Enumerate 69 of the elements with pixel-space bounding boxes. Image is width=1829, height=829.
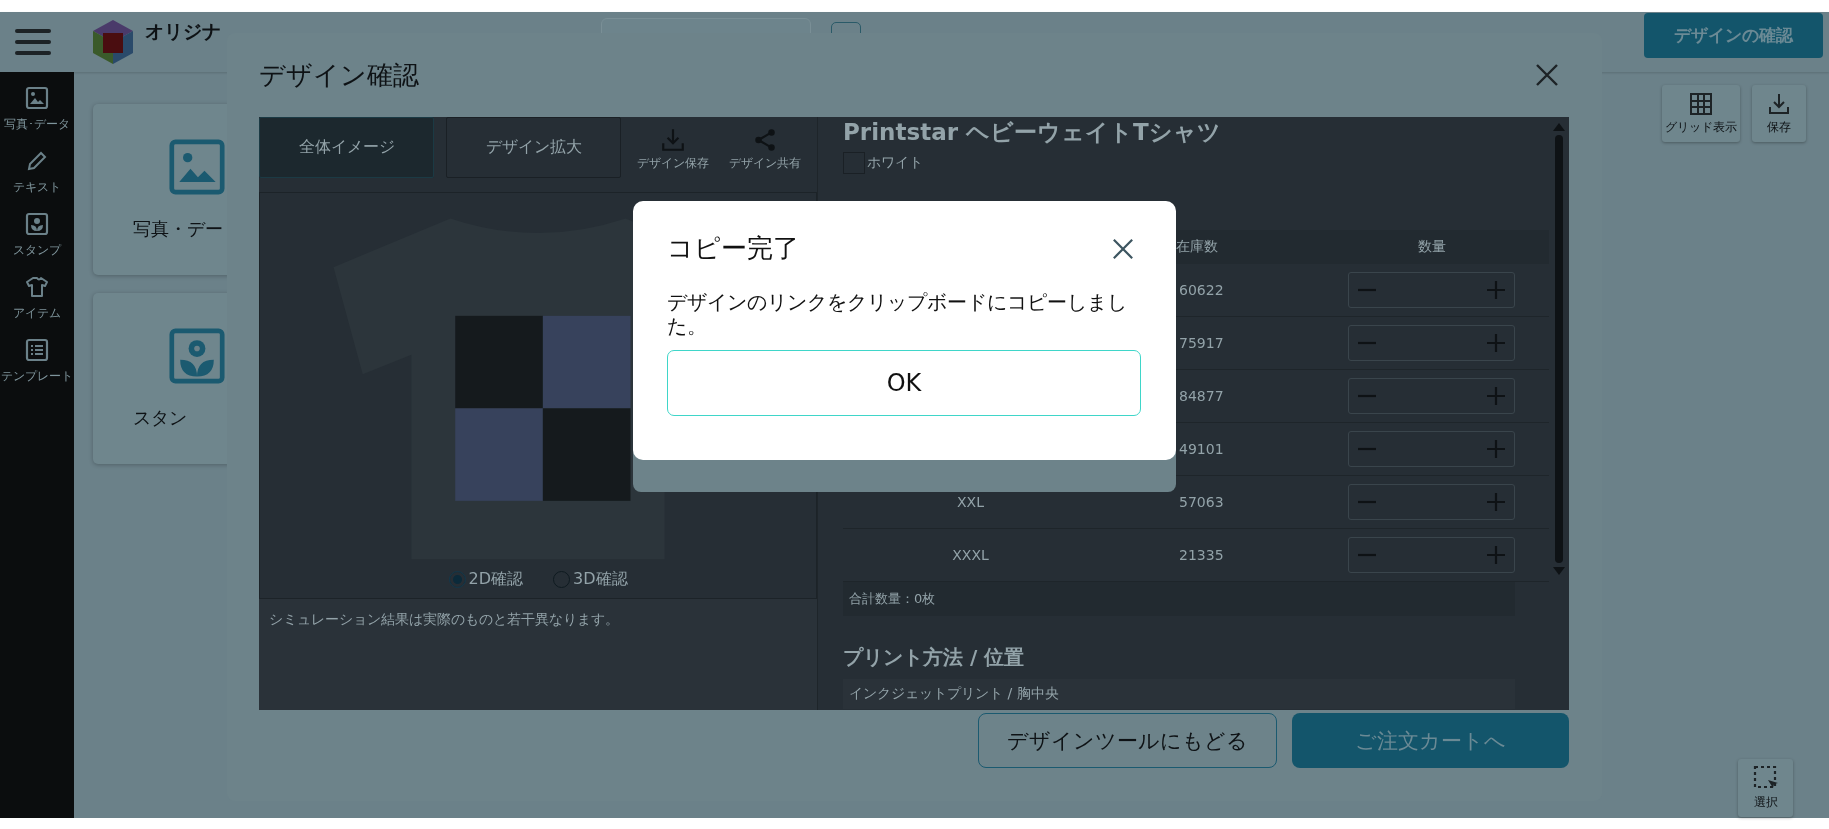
dialog-title: コピー完了 bbox=[667, 232, 799, 265]
scrollbar-thumb[interactable] bbox=[1555, 135, 1563, 563]
plus-icon[interactable] bbox=[1486, 386, 1506, 406]
ok-button[interactable]: OK bbox=[667, 350, 1141, 416]
stock-cell: 75917 bbox=[1179, 335, 1224, 351]
selection-icon bbox=[1752, 765, 1779, 791]
dialog-message: デザインのリンクをクリップボードにコピーしました。 bbox=[667, 290, 1128, 338]
menu-icon[interactable] bbox=[15, 29, 51, 55]
plus-icon[interactable] bbox=[1486, 545, 1506, 565]
plus-icon[interactable] bbox=[1486, 439, 1506, 459]
close-icon[interactable] bbox=[1535, 63, 1559, 87]
action-button[interactable]: デザイン共有 bbox=[725, 117, 805, 178]
plus-icon[interactable] bbox=[1486, 492, 1506, 512]
grid-icon bbox=[1689, 91, 1713, 116]
scroll-down-icon[interactable] bbox=[1553, 567, 1565, 575]
plus-icon[interactable] bbox=[1486, 280, 1506, 300]
modal-title: デザイン確認 bbox=[259, 58, 419, 92]
action-button[interactable]: デザイン保存 bbox=[633, 117, 713, 178]
stock-cell: 60622 bbox=[1179, 282, 1224, 298]
view-tab[interactable]: デザイン拡大 bbox=[446, 117, 621, 178]
color-checkbox[interactable]: ホワイト bbox=[843, 152, 1549, 174]
view-radio[interactable]: 2D確認 bbox=[448, 569, 523, 590]
quantity-stepper[interactable] bbox=[1348, 537, 1515, 573]
sidebar-item[interactable]: スタンプ bbox=[0, 212, 74, 259]
quantity-stepper[interactable] bbox=[1348, 272, 1515, 308]
stock-cell: 57063 bbox=[1179, 494, 1224, 510]
print-method-text: インクジェットプリント / 胸中央 bbox=[849, 685, 1059, 701]
flower-icon bbox=[169, 327, 225, 384]
stock-cell: 49101 bbox=[1179, 441, 1224, 457]
size-cell: XXL bbox=[957, 494, 984, 510]
category-card[interactable]: スタン bbox=[93, 293, 230, 464]
size-cell: XXXL bbox=[952, 547, 989, 563]
sidebar-item[interactable]: テキスト bbox=[0, 149, 74, 196]
stock-cell: 84877 bbox=[1179, 388, 1224, 404]
toolbar-button[interactable]: グリッド表示 bbox=[1662, 85, 1740, 142]
download-icon bbox=[1767, 91, 1791, 116]
toolbar-button[interactable]: 保存 bbox=[1752, 85, 1806, 142]
t-shirt-icon bbox=[25, 275, 49, 299]
image-icon bbox=[169, 138, 225, 195]
quantity-stepper[interactable] bbox=[1348, 325, 1515, 361]
notice-text: シミュレーション結果は実際のものと若干異なります。 bbox=[269, 611, 619, 627]
view-radio[interactable]: 3D確認 bbox=[553, 569, 628, 590]
sidebar-item[interactable]: アイテム bbox=[0, 275, 74, 322]
column-header: 在庫数 bbox=[1176, 238, 1218, 256]
logo-text: オリジナ bbox=[145, 19, 221, 44]
sidebar-item[interactable]: テンプレート bbox=[0, 338, 74, 385]
list-icon bbox=[25, 338, 49, 362]
quantity-stepper[interactable] bbox=[1348, 484, 1515, 520]
share-icon bbox=[752, 127, 778, 153]
pencil-icon bbox=[25, 149, 49, 173]
image-icon bbox=[25, 86, 49, 110]
quantity-stepper[interactable] bbox=[1348, 431, 1515, 467]
quantity-stepper[interactable] bbox=[1348, 378, 1515, 414]
download-icon bbox=[660, 127, 686, 153]
section-heading: プリント方法 / 位置 bbox=[843, 644, 1026, 671]
toolbar-button[interactable]: 選択 bbox=[1738, 759, 1793, 817]
back-button[interactable]: デザインツールにもどる bbox=[978, 713, 1277, 768]
sidebar-item[interactable]: 写真･データ bbox=[0, 86, 74, 133]
cube-logo-icon bbox=[91, 19, 135, 65]
plus-icon[interactable] bbox=[1486, 333, 1506, 353]
column-header: 数量 bbox=[1416, 238, 1447, 256]
total-text: 合計数量：0枚 bbox=[849, 591, 936, 606]
close-icon[interactable] bbox=[1112, 237, 1134, 260]
flower-icon bbox=[25, 212, 49, 236]
view-tab[interactable]: 全体イメージ bbox=[259, 117, 434, 178]
stock-cell: 21335 bbox=[1179, 547, 1224, 563]
scroll-up-icon[interactable] bbox=[1553, 123, 1565, 131]
product-title: Printstar ヘビーウェイトTシャツ bbox=[843, 118, 1222, 147]
category-card[interactable]: 写真・デー bbox=[93, 104, 230, 275]
